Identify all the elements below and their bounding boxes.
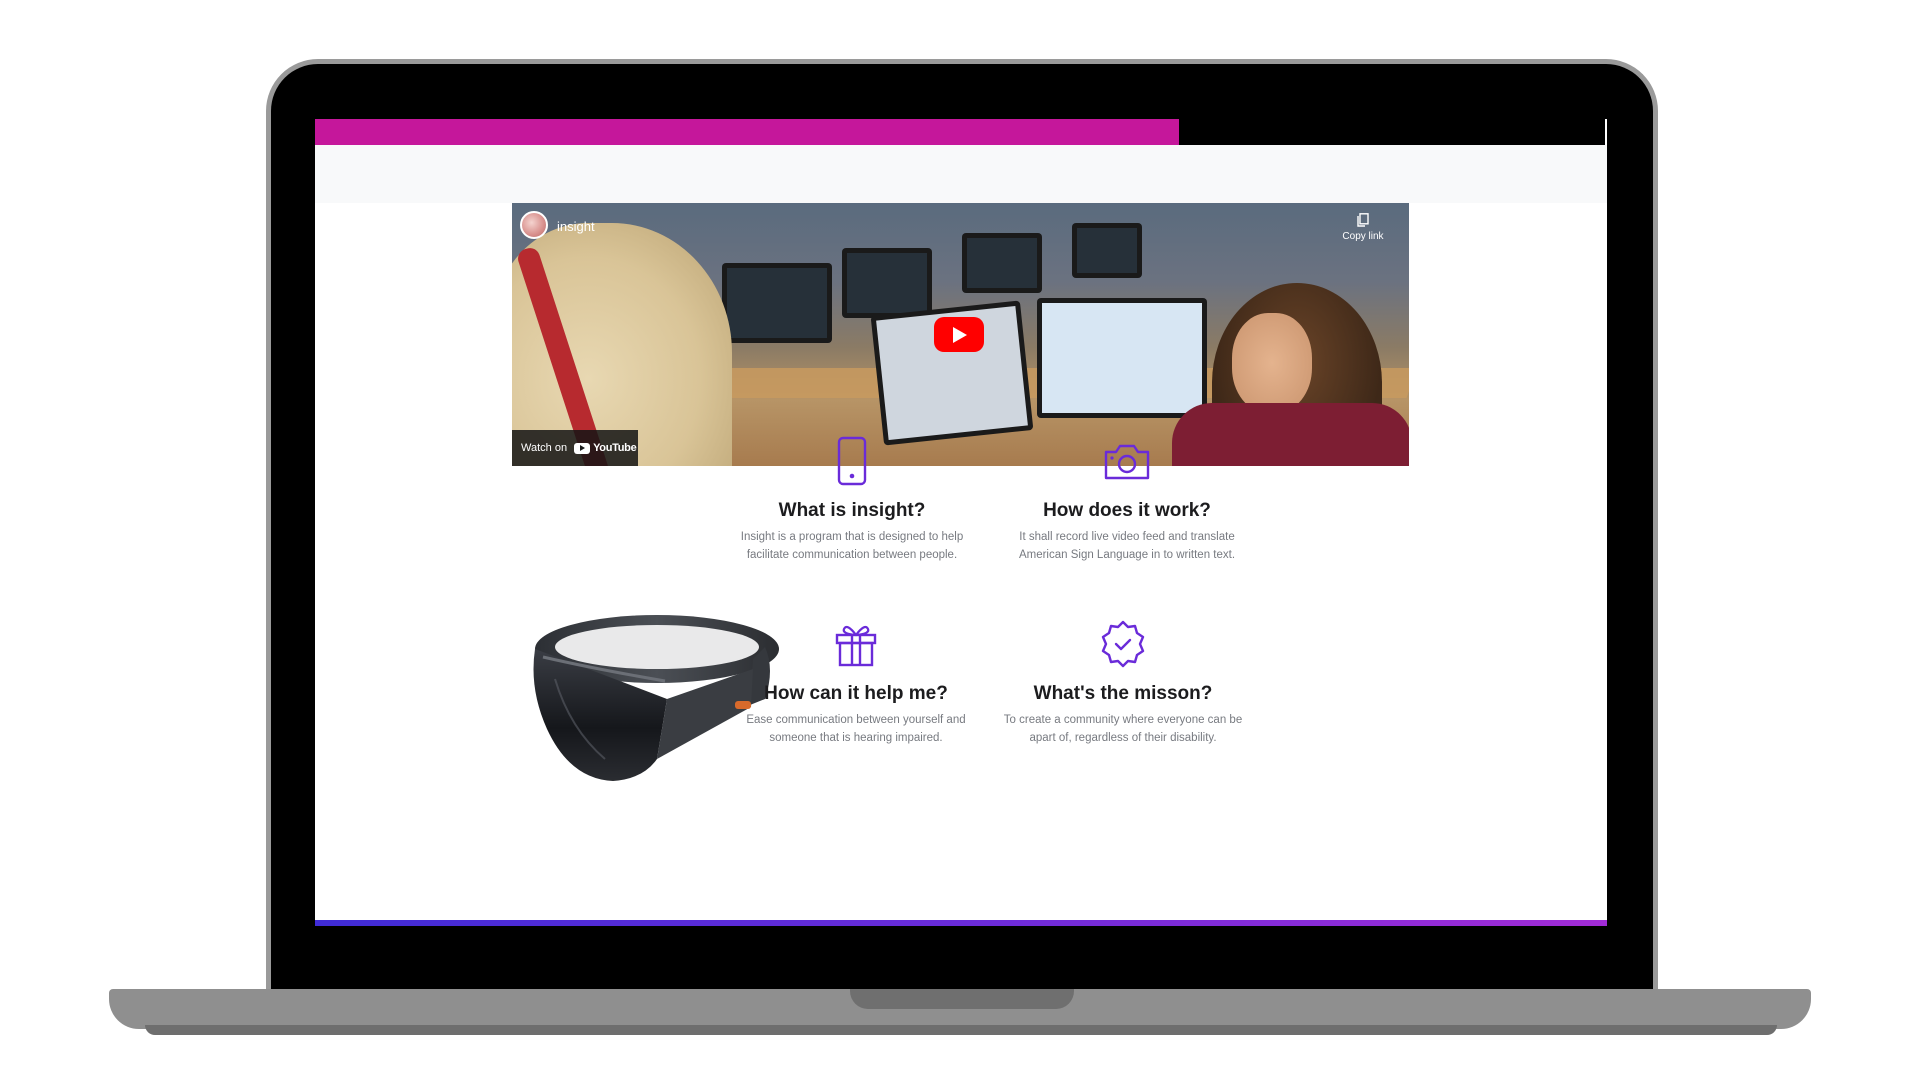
badge-check-icon (1101, 620, 1145, 668)
feature-how-can-it-help: How can it help me? Ease communication b… (726, 619, 986, 747)
feature-title: How can it help me? (764, 683, 948, 704)
header-band (315, 145, 1607, 203)
watch-on-label: Watch on (521, 442, 568, 454)
top-bar-edge (1605, 119, 1607, 145)
video-monitor (1072, 223, 1142, 278)
smartphone-icon (837, 436, 867, 486)
video-monitor (1037, 298, 1207, 418)
laptop-base-shadow (145, 1025, 1777, 1035)
youtube-logo: YouTube (574, 442, 637, 454)
laptop-notch (850, 989, 1074, 1009)
channel-name[interactable]: insight (557, 219, 595, 234)
bottom-accent-line (315, 920, 1607, 926)
feature-description: Insight is a program that is designed to… (740, 531, 964, 561)
feature-title: What's the misson? (1033, 683, 1213, 704)
feature-what-is-insight: What is insight? Insight is a program th… (722, 436, 982, 564)
feature-description: To create a community where everyone can… (1003, 714, 1243, 744)
feature-description: It shall record live video feed and tran… (1018, 531, 1236, 561)
video-monitor (842, 248, 932, 318)
feature-how-does-it-work: How does it work? It shall record live v… (997, 436, 1257, 564)
feature-whats-the-mission: What's the misson? To create a community… (993, 619, 1253, 747)
watch-on-youtube-button[interactable]: Watch on YouTube (512, 430, 638, 466)
play-button[interactable] (934, 317, 984, 352)
channel-avatar[interactable] (520, 211, 548, 239)
copy-link-label: Copy link (1342, 231, 1384, 242)
feature-title: How does it work? (1043, 500, 1211, 521)
video-monitor (722, 263, 832, 343)
top-bar (315, 119, 1607, 145)
camera-icon (1104, 444, 1150, 480)
youtube-play-icon (574, 442, 591, 454)
gift-icon (835, 625, 877, 667)
top-bar-accent (315, 119, 1179, 145)
feature-description: Ease communication between yourself and … (746, 714, 966, 744)
feature-title: What is insight? (778, 500, 926, 521)
youtube-wordmark: YouTube (593, 442, 637, 454)
website-screen: insight Copy link Watch on YouTube What … (315, 119, 1607, 926)
copy-link-button[interactable]: Copy link (1333, 213, 1393, 242)
video-monitor (962, 233, 1042, 293)
copy-icon (1357, 213, 1369, 227)
youtube-video-embed[interactable]: insight Copy link Watch on YouTube (512, 203, 1409, 466)
video-person-right-face (1232, 313, 1312, 413)
